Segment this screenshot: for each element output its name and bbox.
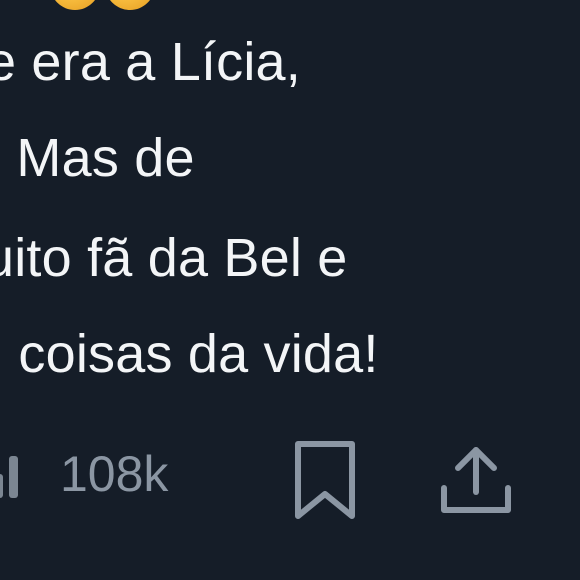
share-button[interactable] [436, 444, 516, 520]
tweet-text-line: . coisas da vida! [0, 324, 379, 384]
tweet-text-line: uito fã da Bel e [0, 228, 348, 288]
emoji-face-icon [105, 0, 155, 10]
tweet-text-line: e era a Lícia, [0, 32, 301, 92]
tweet-detail-view: e era a Lícia, . Mas de uito fã da Bel e… [0, 0, 580, 580]
emoji-face-icon [50, 0, 100, 10]
views-chart-icon [0, 448, 34, 500]
share-icon [441, 447, 511, 513]
tweet-text-line: . Mas de [0, 128, 195, 188]
views-count: 108k [60, 446, 169, 502]
views-button[interactable]: 108k [0, 444, 168, 504]
bookmark-icon [295, 441, 355, 519]
bookmark-button[interactable] [290, 438, 360, 522]
tweet-action-bar: 108k [0, 430, 580, 530]
